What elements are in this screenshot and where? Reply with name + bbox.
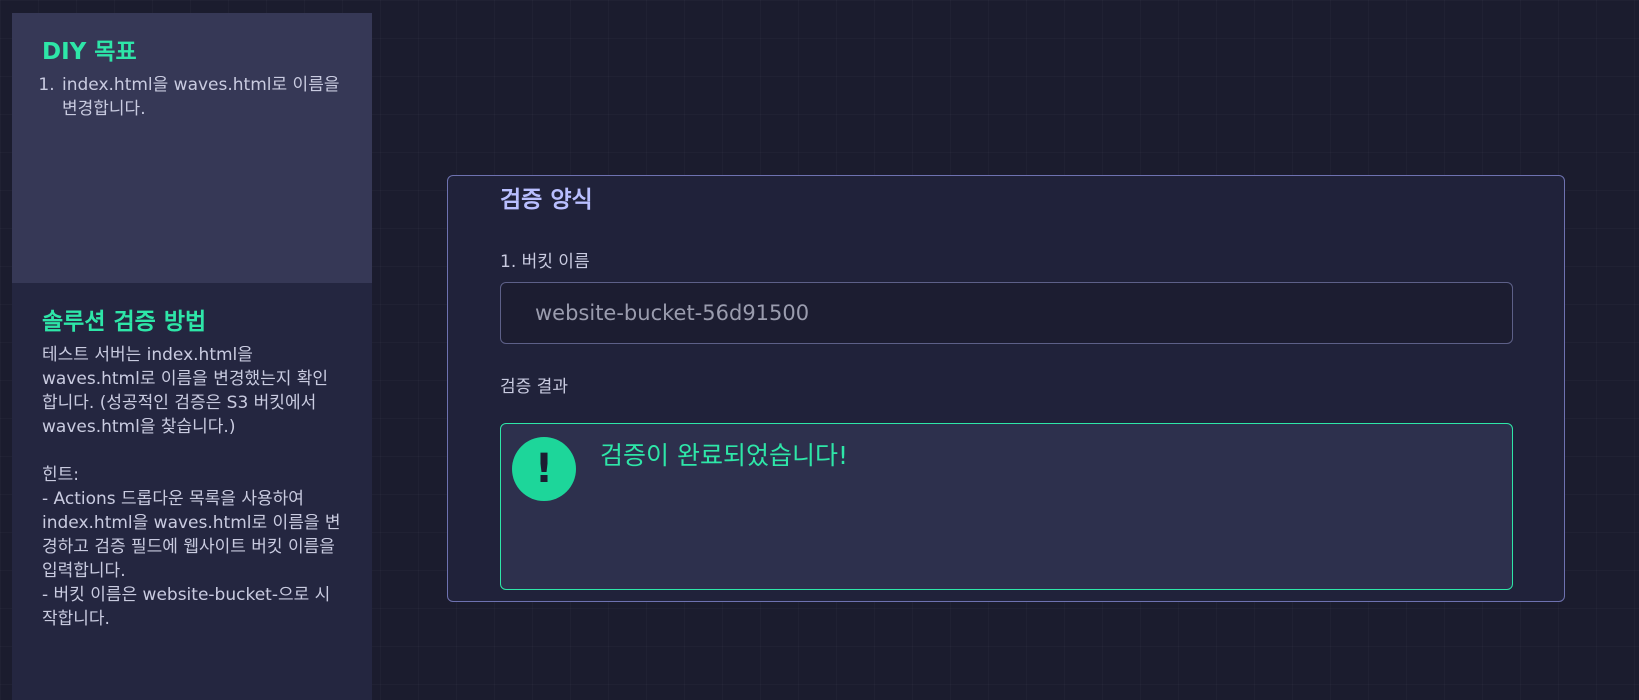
verification-method-heading: 솔루션 검증 방법 <box>42 309 207 335</box>
hint-item: - Actions 드롭다운 목록을 사용하여 index.html을 wave… <box>42 489 341 581</box>
hint-block: 힌트: - Actions 드롭다운 목록을 사용하여 index.html을 … <box>42 463 342 631</box>
diy-goal-panel: DIY 목표 index.html을 waves.html로 이름을 변경합니다… <box>12 13 372 283</box>
verification-form: 검증 양식 1. 버킷 이름 검증 결과 ! 검증이 완료되었습니다! <box>447 175 1565 602</box>
bucket-name-input[interactable] <box>500 282 1513 344</box>
verification-method-panel: 솔루션 검증 방법 테스트 서버는 index.html을 waves.html… <box>12 283 372 631</box>
verification-description: 테스트 서버는 index.html을 waves.html로 이름을 변경했는… <box>42 345 329 437</box>
instructions-sidebar: DIY 목표 index.html을 waves.html로 이름을 변경합니다… <box>12 13 372 700</box>
diy-goal-item: index.html을 waves.html로 이름을 변경합니다. <box>60 73 342 121</box>
bucket-name-label: 1. 버킷 이름 <box>500 252 590 272</box>
verification-result-label: 검증 결과 <box>500 377 568 397</box>
form-title: 검증 양식 <box>500 187 593 213</box>
exclamation-icon: ! <box>512 437 576 501</box>
diy-goal-heading: DIY 목표 <box>42 39 137 65</box>
hint-title: 힌트: <box>42 465 80 485</box>
verification-result-box: ! 검증이 완료되었습니다! <box>500 423 1513 590</box>
hint-item: - 버킷 이름은 website-bucket-으로 시작합니다. <box>42 585 331 629</box>
verification-result-message: 검증이 완료되었습니다! <box>600 441 848 470</box>
diy-goal-list: index.html을 waves.html로 이름을 변경합니다. <box>42 73 342 121</box>
